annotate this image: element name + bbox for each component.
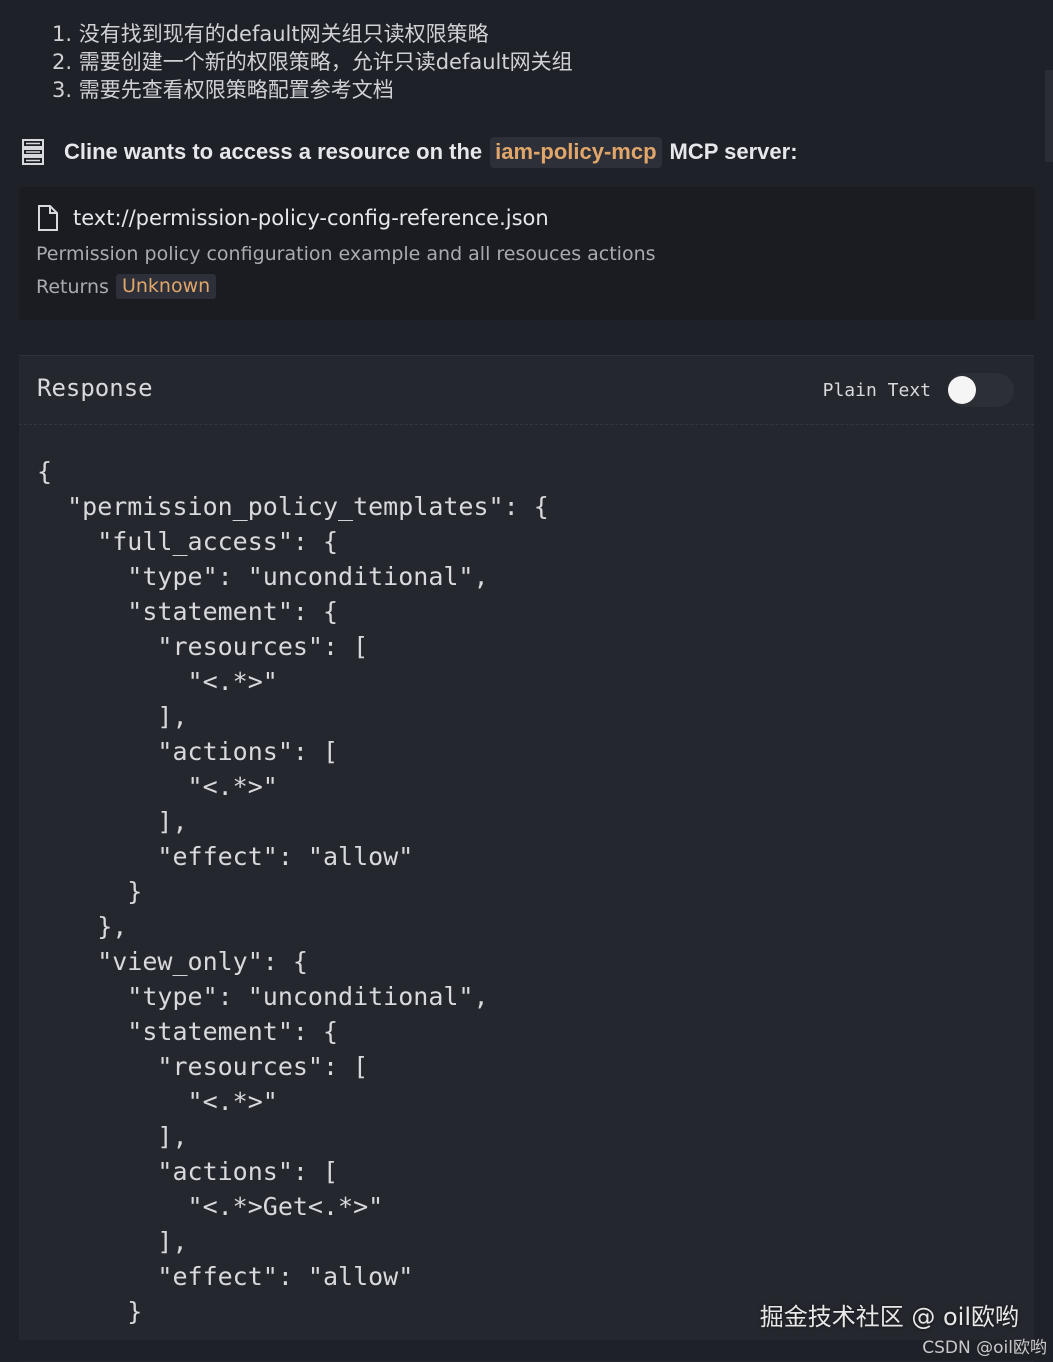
code-line: "type": "unconditional",	[37, 982, 489, 1011]
code-line: "effect": "allow"	[37, 842, 414, 871]
header-prefix: Cline wants to access a resource on the	[64, 139, 483, 164]
code-line: "effect": "allow"	[37, 1262, 414, 1291]
server-name-badge: iam-policy-mcp	[490, 136, 662, 168]
code-line: "<.*>"	[37, 772, 278, 801]
code-line: "<.*>"	[37, 667, 278, 696]
code-line: "resources": [	[37, 1052, 369, 1081]
step-item-2: 2. 需要创建一个新的权限策略，允许只读default网关组	[52, 50, 573, 74]
code-line: {	[37, 457, 53, 486]
resource-description: Permission policy configuration example …	[36, 243, 656, 265]
code-line: }	[37, 877, 143, 906]
watermark-juejin: 掘金技术社区 @ oil欧哟	[759, 1303, 1019, 1331]
response-panel: Response Plain Text { "permission_policy…	[19, 355, 1034, 1362]
plain-text-label: Plain Text	[822, 380, 931, 401]
header-suffix: MCP server:	[669, 139, 798, 164]
plain-text-toggle[interactable]	[948, 373, 1014, 407]
code-line: "statement": {	[37, 597, 339, 626]
code-line: "<.*>"	[37, 1087, 278, 1116]
code-line: ],	[37, 807, 188, 836]
code-line: }	[37, 1297, 143, 1326]
code-line: "full_access": {	[37, 527, 339, 556]
resource-card: text://permission-policy-config-referenc…	[19, 187, 1035, 320]
bottom-strip	[0, 1340, 1053, 1361]
code-line: "actions": [	[37, 737, 339, 766]
code-line: "actions": [	[37, 1157, 339, 1186]
returns-type-badge: Unknown	[115, 274, 217, 299]
step-item-3: 3. 需要先查看权限策略配置参考文档	[52, 78, 394, 102]
response-title: Response	[37, 374, 153, 402]
code-line: "<.*>Get<.*>"	[37, 1192, 384, 1221]
code-line: "view_only": {	[37, 947, 308, 976]
toggle-knob	[948, 376, 976, 404]
step-item-1: 1. 没有找到现有的default网关组只读权限策略	[52, 22, 489, 46]
code-line: ],	[37, 1227, 188, 1256]
code-line: ],	[37, 702, 188, 731]
code-line: ],	[37, 1122, 188, 1151]
resource-uri-row: text://permission-policy-config-referenc…	[37, 205, 549, 231]
step-list: 1. 没有找到现有的default网关组只读权限策略 2. 需要创建一个新的权限…	[52, 20, 573, 104]
returns-label: Returns	[36, 275, 109, 298]
code-line: "permission_policy_templates": {	[37, 492, 549, 521]
code-line: "statement": {	[37, 1017, 339, 1046]
code-line: "type": "unconditional",	[37, 562, 489, 591]
response-header[interactable]: Response Plain Text	[19, 356, 1034, 425]
code-line: },	[37, 912, 128, 941]
mcp-access-header: Cline wants to access a resource on the …	[22, 132, 798, 172]
file-icon	[38, 205, 58, 231]
server-icon	[22, 139, 44, 165]
scrollbar-thumb[interactable]	[1045, 70, 1053, 162]
watermark-csdn: CSDN @oil欧哟	[922, 1338, 1047, 1358]
returns-row: Returns Unknown	[36, 274, 217, 299]
code-line: "resources": [	[37, 632, 369, 661]
response-code-block: { "permission_policy_templates": { "full…	[37, 454, 549, 1329]
resource-uri: text://permission-policy-config-referenc…	[73, 206, 549, 230]
